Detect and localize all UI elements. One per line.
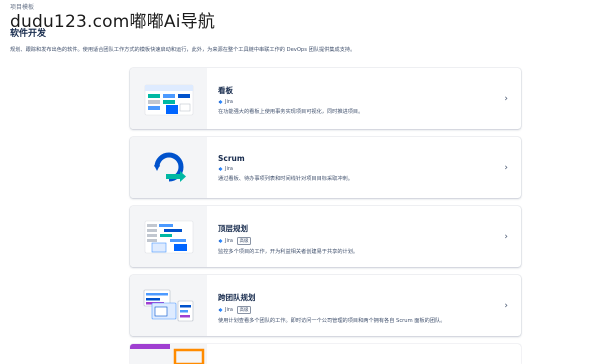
- card-description: 监控多个项目的工作，开为利益相关者创建易于共享的计划。: [218, 249, 359, 255]
- premium-badge: 高级: [236, 306, 251, 314]
- template-card-advanced-planning[interactable]: 顶层规划 Jira 高级 监控多个项目的工作，开为利益相关者创建易于共享的计划。…: [130, 206, 521, 267]
- jira-icon: [218, 307, 223, 312]
- product-name: Jira: [225, 99, 233, 105]
- jira-icon: [218, 238, 223, 243]
- jira-icon: [218, 166, 223, 171]
- premium-badge: 高级: [236, 237, 251, 245]
- partial-preview-icon: [130, 344, 207, 364]
- page-title: 软件开发: [10, 29, 47, 39]
- card-title: 看板: [218, 86, 233, 95]
- card-title: 顶层规划: [218, 224, 248, 233]
- page-description: 规划、跟踪和发布出色的软件。使用适合团队工作方式的模板快速启动和运行，此外，为来…: [10, 47, 356, 53]
- jira-icon: [218, 99, 223, 104]
- scrum-cycle-icon: [130, 137, 207, 198]
- card-description: 使用计划查看多个团队的工作。即时访问一个公司管理的项目和两个拥有各自 Scrum…: [218, 318, 446, 324]
- card-title: 跨团队规划: [218, 293, 256, 302]
- cross-team-preview-icon: [130, 275, 207, 336]
- product-name: Jira: [225, 307, 233, 313]
- chevron-right-icon: ›: [504, 163, 508, 173]
- card-title: Scrum: [218, 154, 245, 163]
- plan-preview-icon: [130, 206, 207, 267]
- chevron-right-icon: ›: [504, 232, 508, 242]
- chevron-right-icon: ›: [504, 301, 508, 311]
- template-card-scrum[interactable]: Scrum Jira 通过看板、待办事项列表和时间线针对项目目标采取冲刺。 ›: [130, 137, 521, 198]
- chevron-right-icon: ›: [504, 94, 508, 104]
- product-name: Jira: [225, 238, 233, 244]
- template-card-kanban[interactable]: 看板 Jira 在功能强大的看板上使用事务实现项目可视化，同时推进项目。 ›: [130, 68, 521, 129]
- template-list: 看板 Jira 在功能强大的看板上使用事务实现项目可视化，同时推进项目。 › S…: [130, 68, 521, 364]
- card-description: 通过看板、待办事项列表和时间线针对项目目标采取冲刺。: [218, 176, 353, 182]
- template-card-partial[interactable]: [130, 344, 521, 364]
- template-card-cross-team-planning[interactable]: 跨团队规划 Jira 高级 使用计划查看多个团队的工作。即时访问一个公司管理的项…: [130, 275, 521, 336]
- product-name: Jira: [225, 166, 233, 172]
- board-preview-icon: [130, 68, 207, 129]
- card-description: 在功能强大的看板上使用事务实现项目可视化，同时推进项目。: [218, 109, 364, 115]
